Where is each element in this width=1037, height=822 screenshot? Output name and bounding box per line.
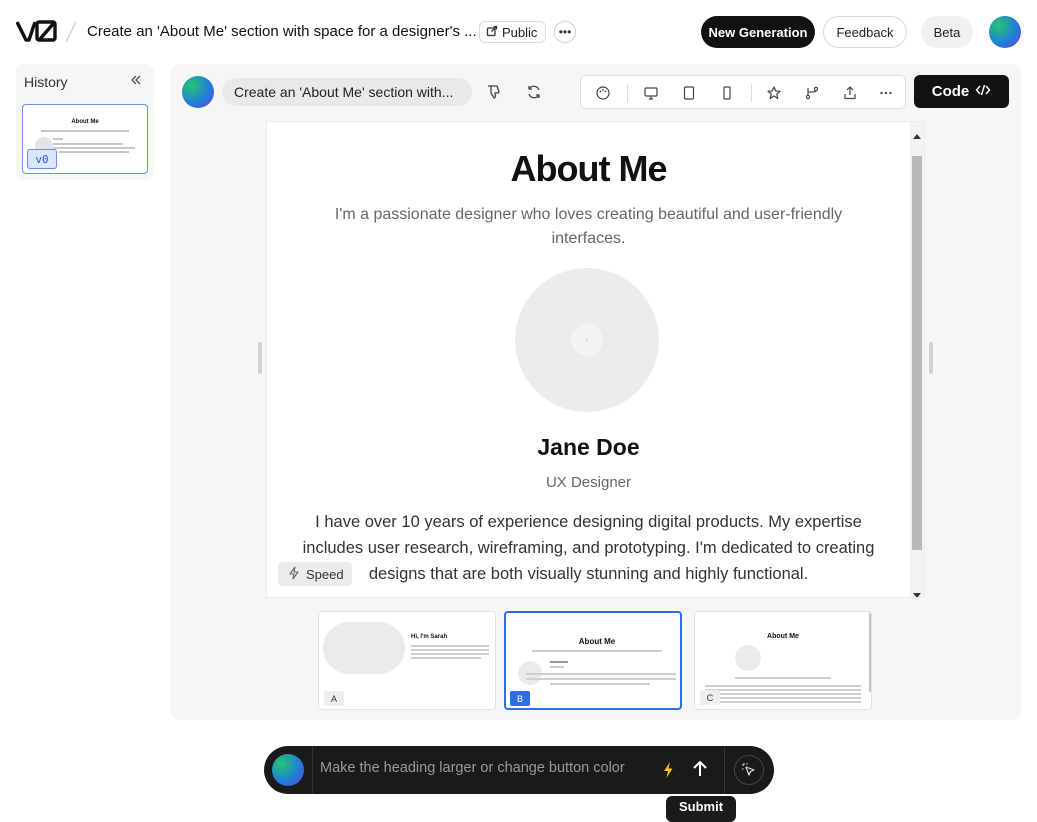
external-link-icon	[486, 25, 498, 40]
mobile-view-icon[interactable]	[715, 81, 739, 105]
prompt-chip[interactable]: Create an 'About Me' section with...	[222, 78, 472, 106]
variant-line	[411, 645, 489, 647]
history-item[interactable]: About Me v0	[22, 104, 148, 174]
composer-divider	[724, 746, 725, 794]
v0-logo-icon[interactable]	[15, 18, 58, 44]
prompt-composer: Make the heading larger or change button…	[264, 746, 774, 794]
prompt-input[interactable]: Make the heading larger or change button…	[320, 760, 650, 776]
visibility-button[interactable]: Public	[479, 21, 547, 43]
variant-heading: About Me	[578, 637, 616, 646]
variant-image-placeholder	[323, 622, 405, 674]
feedback-button[interactable]: Feedback	[823, 16, 907, 48]
breadcrumb-separator-icon	[64, 20, 78, 44]
beta-badge[interactable]: Beta	[921, 16, 973, 48]
fork-icon[interactable]	[800, 81, 824, 105]
thumb-line	[53, 138, 63, 140]
variant-line	[411, 657, 481, 659]
more-options-icon[interactable]: •••	[554, 21, 576, 43]
submit-tooltip: Submit	[666, 796, 736, 822]
variant-line	[411, 653, 489, 655]
person-role: UX Designer	[545, 474, 632, 491]
variant-line	[735, 677, 831, 679]
share-upload-icon[interactable]	[838, 81, 862, 105]
variant-line	[705, 685, 861, 687]
right-resize-handle[interactable]	[929, 342, 933, 374]
variant-line	[705, 689, 861, 691]
new-generation-button[interactable]: New Generation	[701, 16, 815, 48]
speed-bolt-icon	[288, 565, 300, 583]
speed-label: Speed	[306, 566, 344, 582]
version-badge: v0	[27, 149, 57, 169]
variant-line	[526, 673, 676, 675]
history-panel: History About Me v0	[16, 64, 154, 180]
star-icon[interactable]	[762, 81, 786, 105]
scroll-up-arrow-icon[interactable]	[913, 126, 921, 144]
select-element-icon[interactable]	[734, 755, 764, 785]
speed-chip[interactable]: Speed	[278, 562, 352, 586]
variant-label: B	[510, 691, 530, 706]
top-bar: Create an 'About Me' section with space …	[0, 0, 1037, 64]
variant-line	[705, 697, 861, 699]
bio-text: I have over 10 years of experience desig…	[302, 513, 875, 583]
code-label: Code	[931, 83, 970, 100]
more-horizontal-icon[interactable]	[874, 81, 898, 105]
person-name: Jane Doe	[537, 434, 640, 460]
variant-line	[411, 649, 489, 651]
history-title: History	[24, 74, 68, 90]
collapse-chevrons-icon[interactable]	[130, 73, 142, 89]
about-subtitle: I'm a passionate designer who loves crea…	[334, 206, 843, 247]
thumb-line	[41, 130, 129, 132]
scroll-thumb[interactable]	[912, 156, 922, 550]
toolbar-divider	[627, 84, 628, 102]
variant-line	[526, 678, 676, 680]
variant-line	[550, 666, 564, 668]
toolbar-divider	[751, 84, 752, 102]
thumb-line	[53, 143, 123, 145]
visibility-label: Public	[502, 24, 538, 40]
thumb-line	[59, 151, 129, 153]
composer-divider	[312, 746, 313, 794]
user-avatar[interactable]	[989, 16, 1021, 48]
preview-scrollbar[interactable]	[910, 122, 924, 597]
preview-frame: About Me I'm a passionate designer who l…	[266, 121, 925, 598]
left-resize-handle[interactable]	[258, 342, 262, 374]
preview-toolbar	[580, 75, 906, 109]
send-arrow-icon[interactable]	[690, 759, 710, 784]
tablet-view-icon[interactable]	[677, 81, 701, 105]
code-button[interactable]: Code	[914, 75, 1009, 108]
desktop-view-icon[interactable]	[639, 81, 663, 105]
profile-image-placeholder: ▫	[515, 268, 659, 412]
variant-heading: About Me	[767, 633, 799, 640]
bolt-icon[interactable]	[662, 761, 674, 784]
variant-heading: Hi, I'm Sarah	[411, 634, 448, 640]
thumbs-down-icon[interactable]	[482, 80, 506, 104]
image-placeholder-icon: ▫	[571, 324, 603, 356]
variant-card-b[interactable]: About Me B	[504, 611, 682, 710]
code-brackets-icon	[975, 83, 991, 101]
variant-line	[550, 661, 568, 663]
theme-palette-icon[interactable]	[591, 81, 615, 105]
variant-line	[705, 693, 861, 695]
composer-avatar	[272, 754, 304, 786]
variant-avatar	[735, 645, 761, 671]
regenerate-icon[interactable]	[522, 80, 546, 104]
variant-line	[705, 701, 861, 703]
variant-card-c[interactable]: About Me C	[694, 611, 872, 710]
variant-label: A	[324, 691, 344, 706]
variant-scrollbar	[869, 612, 871, 692]
history-thumb-heading: About Me	[71, 119, 99, 125]
variant-card-a[interactable]: Hi, I'm Sarah A	[318, 611, 496, 710]
chat-title[interactable]: Create an 'About Me' section with space …	[87, 23, 477, 40]
about-heading: About Me	[510, 148, 668, 189]
main-panel: Create an 'About Me' section with... Cod…	[170, 64, 1021, 720]
variant-label: C	[700, 690, 720, 705]
variant-line	[550, 683, 650, 685]
generation-avatar	[182, 76, 214, 108]
thumb-line	[53, 147, 135, 149]
variant-line	[532, 650, 662, 652]
scroll-down-arrow-icon[interactable]	[913, 586, 921, 597]
